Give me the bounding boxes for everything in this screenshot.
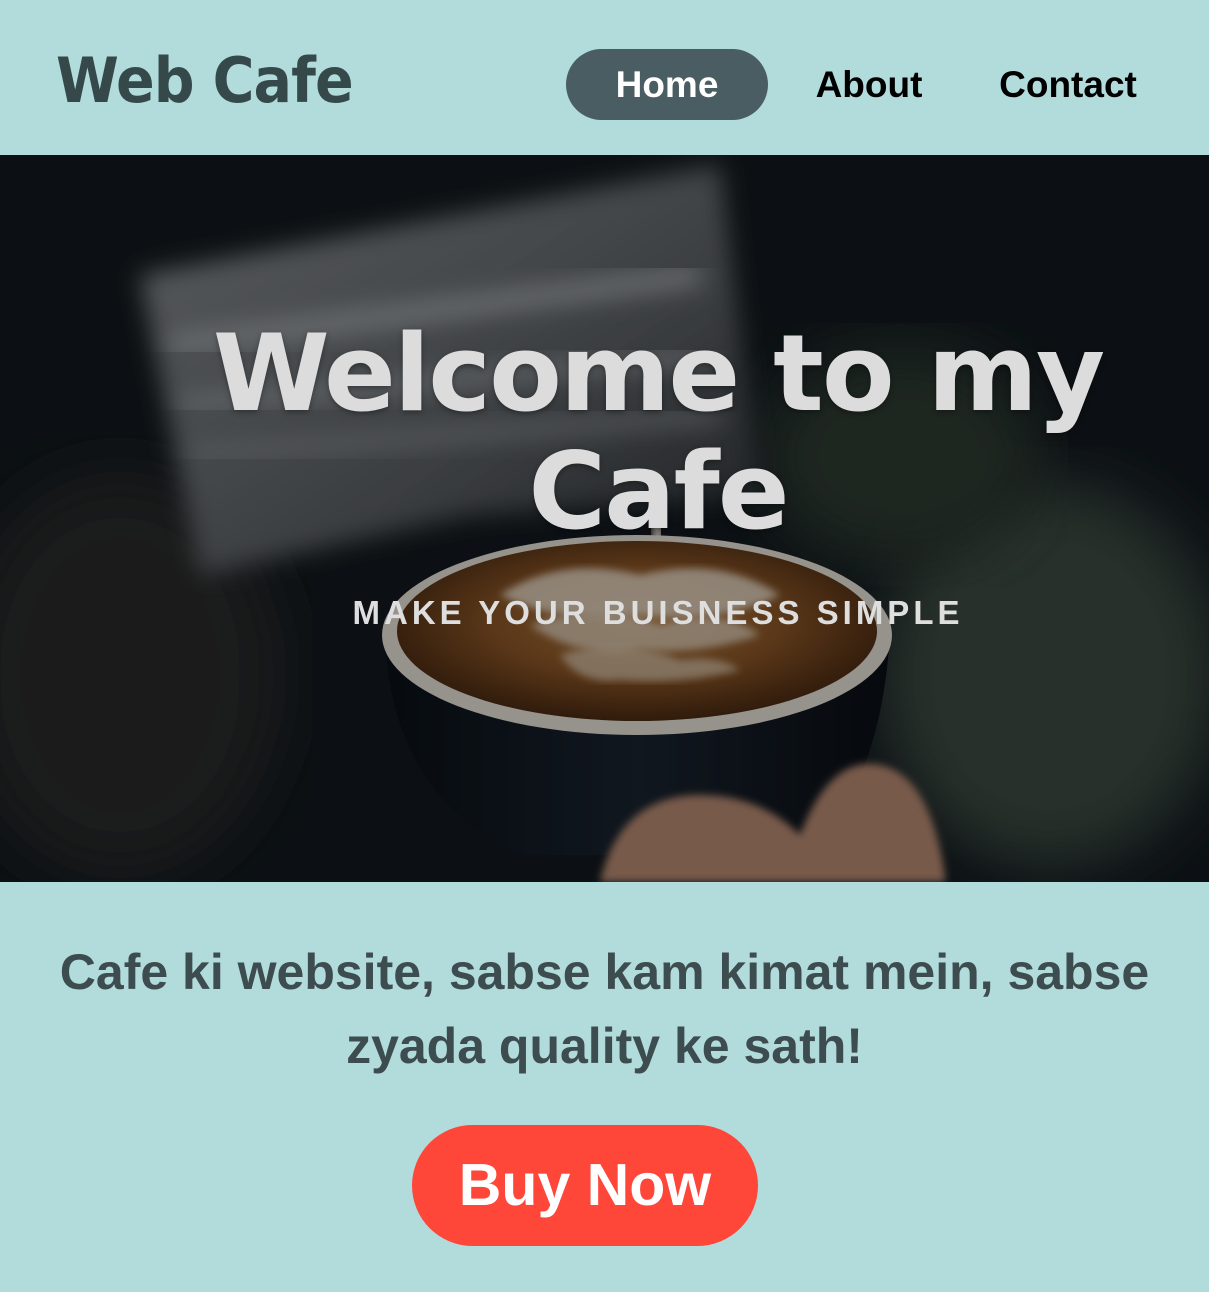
hero-subtitle: MAKE YOUR BUISNESS SIMPLE bbox=[352, 594, 964, 631]
site-header: Web Cafe Home About Contact bbox=[0, 0, 1209, 155]
hero-title-line1: Welcome to my bbox=[212, 312, 1105, 435]
tagline-text: Cafe ki website, sabse kam kimat mein, s… bbox=[59, 944, 1150, 1074]
nav-home-link[interactable]: Home bbox=[566, 49, 768, 120]
hero-title-line2: Cafe bbox=[528, 430, 789, 553]
nav-contact-link[interactable]: Contact bbox=[994, 49, 1142, 120]
hero-title: Welcome to my Cafe bbox=[200, 315, 1116, 551]
hero-section: Welcome to my Cafe MAKE YOUR BUISNESS SI… bbox=[0, 155, 1209, 882]
site-logo[interactable]: Web Cafe bbox=[56, 36, 354, 126]
nav-about-link[interactable]: About bbox=[812, 49, 926, 120]
buy-now-button[interactable]: Buy Now bbox=[412, 1125, 758, 1246]
